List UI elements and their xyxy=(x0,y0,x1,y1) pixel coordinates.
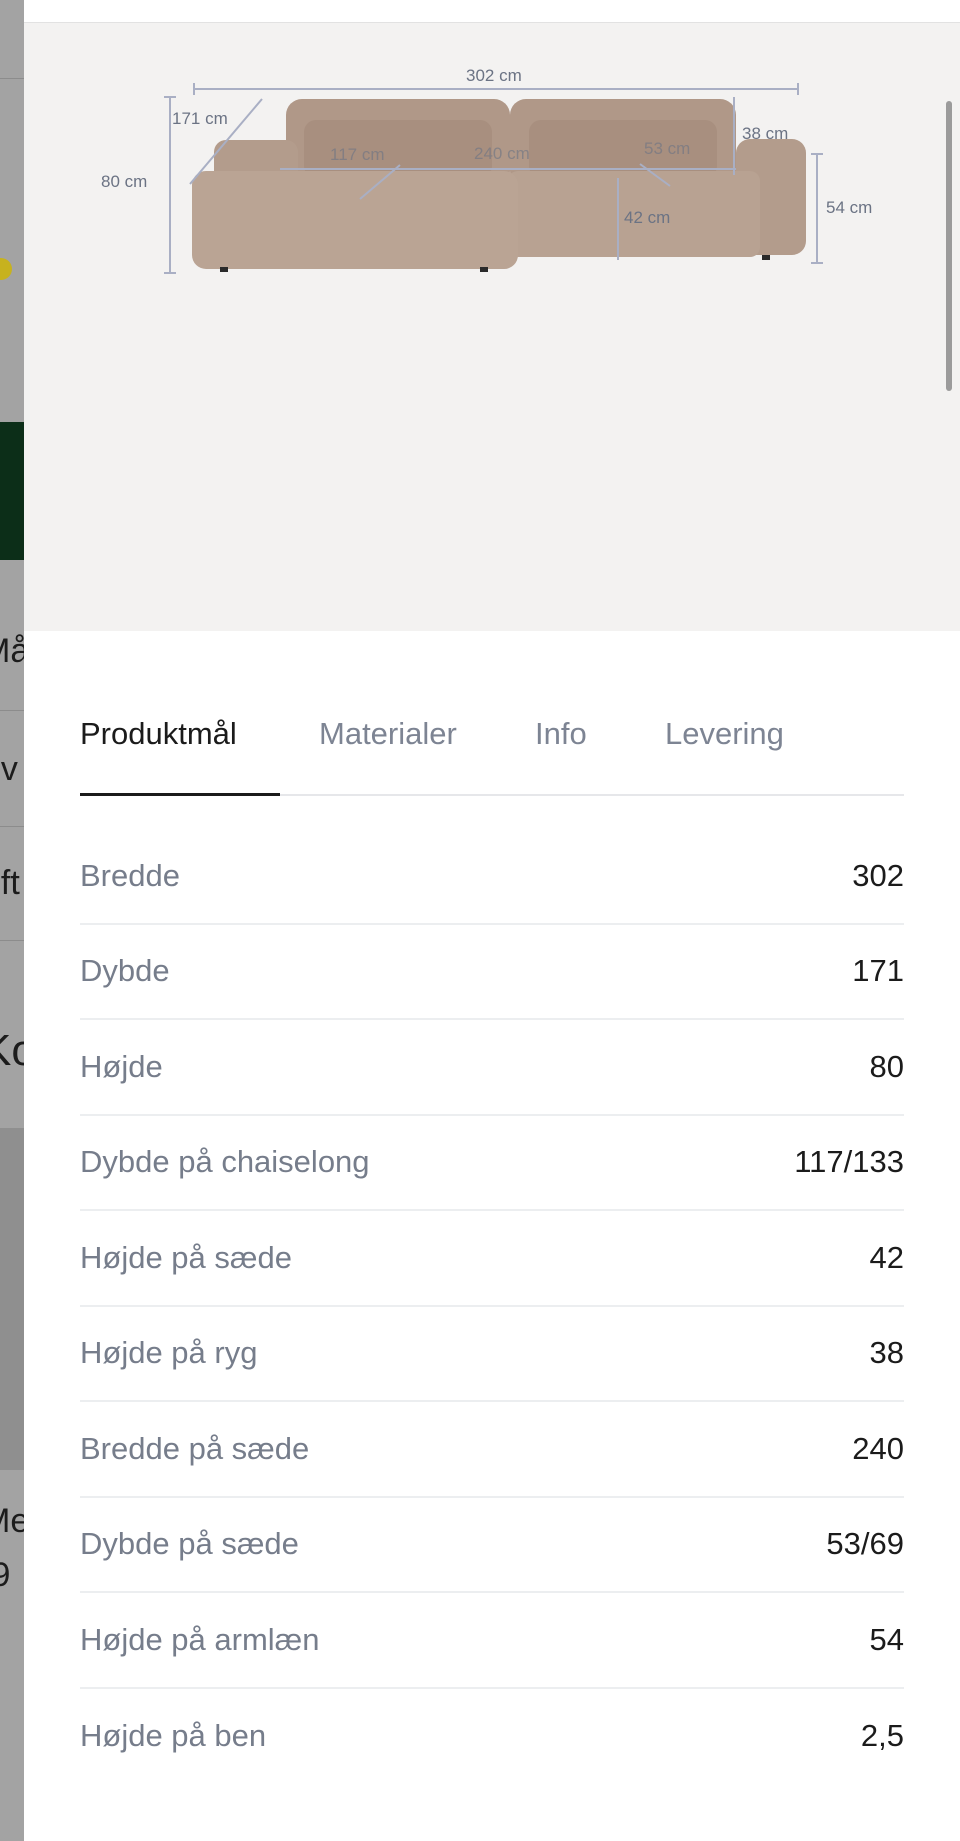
bg-heading: Ko xyxy=(0,1026,24,1075)
sofa-diagram: 302 cm 171 cm 80 cm 38 cm 54 cm 42 cm 24… xyxy=(101,66,872,274)
spec-label: Højde på ben xyxy=(80,1718,267,1754)
bg-green-button xyxy=(0,422,24,560)
spec-value: 171 xyxy=(852,953,904,989)
spec-label: Højde på armlæn xyxy=(80,1621,320,1657)
label-depth-total: 171 cm xyxy=(172,109,228,128)
tab-produktmaal[interactable]: Produktmål xyxy=(80,708,280,796)
spec-row: Bredde 302 xyxy=(80,829,904,925)
label-seat-width: 240 cm xyxy=(474,144,530,163)
label-chaise-depth: 117 cm xyxy=(330,145,385,164)
spec-row: Højde på armlæn 54 xyxy=(80,1593,904,1689)
spec-label: Højde xyxy=(80,1048,163,1084)
tab-info[interactable]: Info xyxy=(535,708,665,794)
spec-row: Højde 80 xyxy=(80,1020,904,1116)
spec-row: Højde på ryg 38 xyxy=(80,1307,904,1402)
spec-value: 117/133 xyxy=(794,1144,904,1180)
bg-product-image xyxy=(0,1128,24,1470)
spec-value: 54 xyxy=(869,1621,904,1657)
spec-label: Dybde på sæde xyxy=(80,1526,299,1562)
spec-row: Dybde 171 xyxy=(80,925,904,1020)
label-height-total: 80 cm xyxy=(101,172,147,191)
spec-value: 302 xyxy=(852,857,904,893)
spec-row: Højde på sæde 42 xyxy=(80,1211,904,1307)
scrollbar[interactable] xyxy=(946,101,952,391)
bg-divider xyxy=(0,940,24,941)
spec-label: Bredde xyxy=(80,857,180,893)
label-width-total: 302 cm xyxy=(466,66,522,85)
bg-divider xyxy=(0,78,24,79)
spec-value: 38 xyxy=(869,1335,904,1371)
spec-table: Bredde 302 Dybde 171 Højde 80 Dybde på c… xyxy=(80,829,904,1784)
spec-row: Dybde på sæde 53/69 xyxy=(80,1498,904,1593)
spec-label: Højde på sæde xyxy=(80,1239,292,1275)
product-dimension-image: 302 cm 171 cm 80 cm 38 cm 54 cm 42 cm 24… xyxy=(24,23,960,631)
bg-text-2: ev xyxy=(0,750,18,788)
sheet-top-bar xyxy=(24,0,960,23)
spec-label: Bredde på sæde xyxy=(80,1430,310,1466)
background-page: ⌂ ↻ Må ev oft Ko Me .9 xyxy=(0,0,24,1841)
bg-text-4: Me xyxy=(0,1502,24,1540)
spec-label: Dybde xyxy=(80,953,170,989)
label-seat-height: 42 cm xyxy=(624,208,670,227)
spec-value: 42 xyxy=(869,1239,904,1275)
spec-value: 80 xyxy=(869,1048,904,1084)
bg-divider xyxy=(0,710,24,711)
product-dimensions-sheet: 302 cm 171 cm 80 cm 38 cm 54 cm 42 cm 24… xyxy=(24,0,960,1841)
bg-text-1: Må xyxy=(0,632,24,670)
tab-bar: Produktmål Materialer Info Levering xyxy=(80,708,904,796)
tab-materialer[interactable]: Materialer xyxy=(319,708,535,794)
spec-value: 240 xyxy=(852,1430,904,1466)
spec-row: Dybde på chaiselong 117/133 xyxy=(80,1116,904,1211)
bg-text-5: .9 xyxy=(0,1556,11,1594)
tab-levering[interactable]: Levering xyxy=(665,708,825,794)
sofa-shape xyxy=(192,99,806,272)
label-back-height: 38 cm xyxy=(742,124,788,143)
spec-label: Højde på ryg xyxy=(80,1335,258,1371)
bg-text-3: oft xyxy=(0,864,20,902)
bg-divider xyxy=(0,826,24,827)
bg-status-dot xyxy=(0,258,12,280)
label-seat-depth: 53 cm xyxy=(644,139,690,158)
spec-value: 53/69 xyxy=(826,1526,904,1562)
spec-row: Bredde på sæde 240 xyxy=(80,1402,904,1498)
spec-label: Dybde på chaiselong xyxy=(80,1144,370,1180)
spec-row: Højde på ben 2,5 xyxy=(80,1689,904,1785)
label-armrest-height: 54 cm xyxy=(826,198,872,217)
spec-value: 2,5 xyxy=(860,1718,904,1754)
